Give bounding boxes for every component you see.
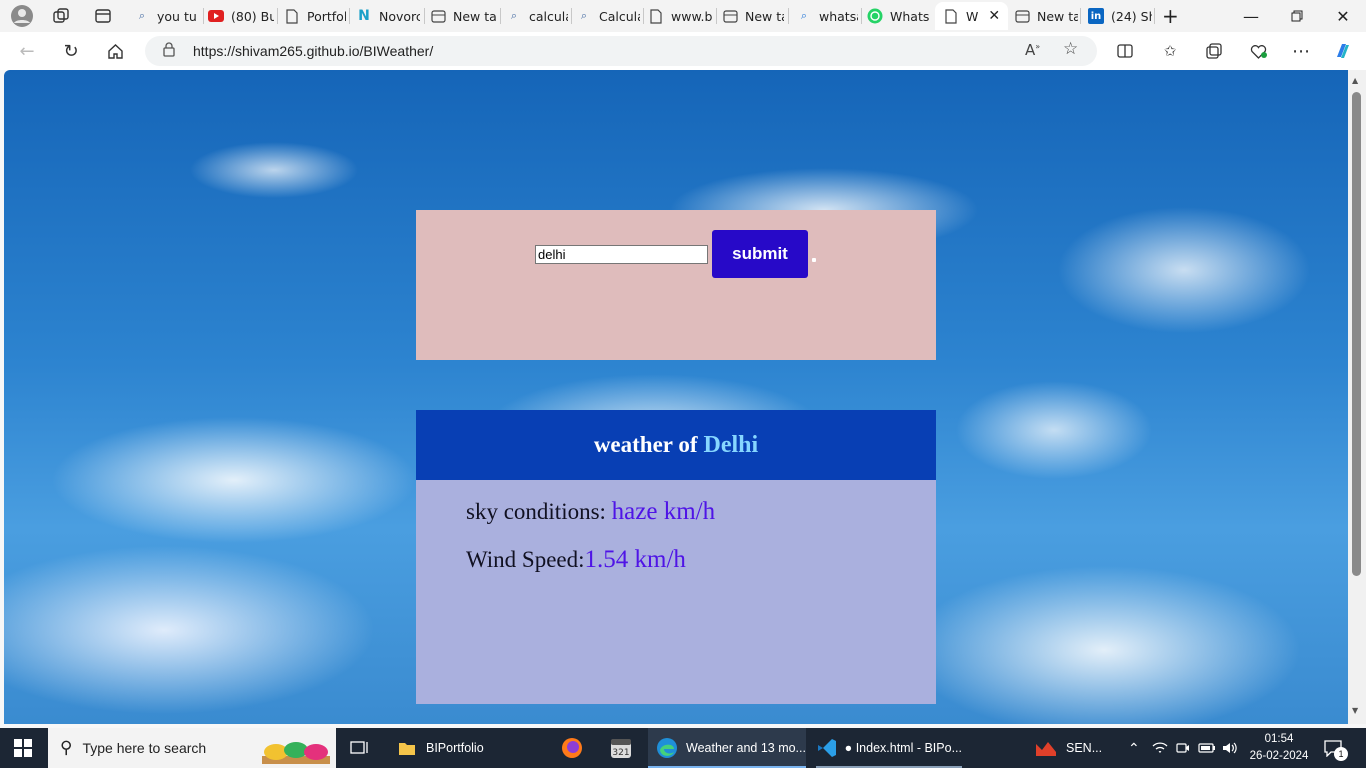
profile-avatar-icon[interactable] <box>10 2 36 30</box>
sensex-icon <box>1036 742 1056 756</box>
browser-essentials-icon[interactable] <box>1245 39 1271 63</box>
tab-9[interactable]: ⌕whatsa <box>796 2 858 30</box>
close-window-icon[interactable]: ✕ <box>1320 0 1366 32</box>
newtab-icon <box>1014 8 1030 24</box>
search-form: submit <box>416 210 936 360</box>
sky-value: haze km/h <box>611 498 716 525</box>
firefox-icon[interactable] <box>561 728 583 768</box>
sky-label: sky conditions: <box>466 499 606 524</box>
taskbar-app-vscode[interactable]: ● Index.html - BIPo... <box>816 728 962 768</box>
workspaces-icon[interactable] <box>52 2 74 30</box>
lock-icon[interactable] <box>163 42 175 61</box>
clock-date: 26-02-2024 <box>1249 750 1309 762</box>
newtab-icon <box>722 8 738 24</box>
wind-value: 1.54 km/h <box>584 546 686 573</box>
tab-0[interactable]: ⌕ you tu <box>134 2 200 30</box>
notifications-icon[interactable]: 1 <box>1324 728 1348 768</box>
page-viewport: submit weather of Delhi sky conditions: … <box>4 70 1348 724</box>
tab-12[interactable]: New ta <box>1014 2 1078 30</box>
search-icon: ⚲ <box>60 738 73 758</box>
weather-heading: weather of Delhi <box>416 410 936 480</box>
favorite-star-icon[interactable]: ☆ <box>1063 39 1078 59</box>
youtube-icon <box>208 8 224 24</box>
taskbar-app-explorer[interactable]: BIPortfolio <box>398 728 484 768</box>
heading-prefix: weather of <box>593 432 698 457</box>
more-menu-icon[interactable]: ⋯ <box>1288 39 1314 63</box>
copilot-icon[interactable] <box>1330 39 1356 63</box>
scroll-down-icon[interactable]: ▼ <box>1352 706 1358 715</box>
close-tab-icon[interactable]: ✕ <box>988 8 1000 24</box>
small-dot <box>812 258 816 262</box>
address-bar: ← ↻ https://shivam265.github.io/BIWeathe… <box>0 32 1366 70</box>
search-placeholder: Type here to search <box>82 740 207 756</box>
search-icon: ⌕ <box>580 9 588 22</box>
taskbar-search[interactable]: ⚲ Type here to search <box>48 728 336 768</box>
tab-3[interactable]: N Novorc <box>356 2 420 30</box>
novoresume-icon: N <box>358 8 370 24</box>
restore-icon[interactable] <box>1274 0 1320 32</box>
wind-speed-row: Wind Speed:1.54 km/h <box>466 546 686 574</box>
read-aloud-icon[interactable]: A» <box>1025 41 1040 59</box>
tab-5[interactable]: ⌕calcula <box>506 2 568 30</box>
svg-text:321: 321 <box>612 748 629 758</box>
tab-2[interactable]: Portfol <box>284 2 346 30</box>
split-screen-icon[interactable] <box>1112 39 1138 63</box>
edge-icon <box>657 738 677 758</box>
show-hidden-icons-icon[interactable]: ⌃ <box>1128 728 1140 768</box>
windows-taskbar: ⚲ Type here to search BIPortfolio 321 We… <box>0 728 1366 768</box>
calendar-app-icon[interactable]: 321 <box>610 728 632 768</box>
vscode-icon <box>818 739 836 757</box>
heading-city: Delhi <box>703 431 759 458</box>
collections-icon[interactable] <box>1201 39 1227 63</box>
tab-actions-icon[interactable] <box>94 2 116 30</box>
search-icon: ⌕ <box>138 9 146 22</box>
page-icon <box>648 8 664 24</box>
url-text: https://shivam265.github.io/BIWeather/ <box>193 43 434 59</box>
clock-time: 01:54 <box>1264 733 1294 745</box>
page-scrollbar[interactable]: ▲ ▼ <box>1348 70 1366 724</box>
back-arrow-icon[interactable]: ← <box>12 37 42 65</box>
scroll-up-icon[interactable]: ▲ <box>1352 76 1358 85</box>
city-input[interactable] <box>535 245 708 264</box>
task-view-icon[interactable] <box>350 728 370 768</box>
taskbar-clock[interactable]: 01:54 26-02-2024 <box>1244 731 1314 765</box>
new-tab-plus-icon[interactable]: + <box>1162 2 1184 30</box>
tab-6[interactable]: ⌕Calcula <box>576 2 640 30</box>
taskbar-app-edge[interactable]: Weather and 13 mo... <box>648 728 806 768</box>
tab-8[interactable]: New ta <box>722 2 784 30</box>
favorites-icon[interactable]: ✩ <box>1157 39 1183 63</box>
folder-icon <box>399 743 415 755</box>
windows-start-icon[interactable] <box>14 728 32 768</box>
scroll-thumb[interactable] <box>1352 92 1361 576</box>
holi-colors-icon <box>260 734 332 768</box>
battery-icon[interactable] <box>1198 728 1216 768</box>
browser-tab-bar: ⌕ you tu (80) Bu Portfol N Novorc New ta ⌕… <box>0 0 1366 32</box>
tab-7[interactable]: www.b <box>648 2 714 30</box>
wind-label: Wind Speed: <box>466 547 585 572</box>
tab-10[interactable]: Whats <box>867 2 931 30</box>
refresh-icon[interactable]: ↻ <box>56 37 86 65</box>
url-field[interactable]: https://shivam265.github.io/BIWeather/ A… <box>145 36 1097 66</box>
tab-4[interactable]: New ta <box>430 2 496 30</box>
search-icon: ⌕ <box>510 9 518 22</box>
wifi-icon[interactable] <box>1152 728 1168 768</box>
taskbar-stock-widget[interactable]: SEN... <box>1034 728 1102 768</box>
volume-icon[interactable] <box>1222 728 1238 768</box>
meet-now-icon[interactable] <box>1176 728 1190 768</box>
submit-button[interactable]: submit <box>712 230 808 278</box>
tab-active[interactable]: W ✕ <box>935 2 1008 30</box>
weather-result-panel: weather of Delhi sky conditions: haze km… <box>416 410 936 704</box>
home-icon[interactable] <box>100 37 130 65</box>
sky-conditions-row: sky conditions: haze km/h <box>466 498 715 526</box>
search-icon: ⌕ <box>800 9 808 22</box>
notification-badge: 1 <box>1334 747 1348 761</box>
tab-1[interactable]: (80) Bu <box>208 2 274 30</box>
whatsapp-icon <box>867 8 883 24</box>
linkedin-icon: in <box>1088 8 1104 24</box>
minimize-icon[interactable]: — <box>1228 0 1274 32</box>
newtab-icon <box>430 8 446 24</box>
page-icon <box>943 8 959 24</box>
page-icon <box>284 8 300 24</box>
tab-13[interactable]: in (24) Sh <box>1088 2 1152 30</box>
